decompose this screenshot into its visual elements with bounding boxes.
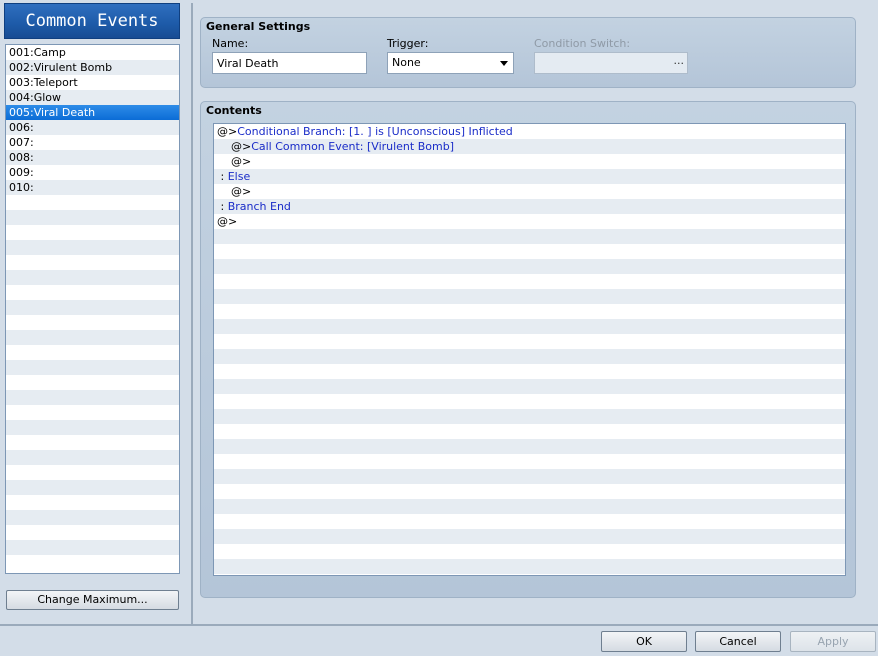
event-list-item[interactable] [6, 510, 179, 525]
ellipsis-icon: ... [673, 54, 685, 67]
command-row[interactable]: : Branch End [214, 199, 845, 214]
command-text: Conditional Branch: [1. ] is [Unconsciou… [237, 125, 513, 138]
command-row[interactable] [214, 379, 845, 394]
command-row[interactable]: @>Call Common Event: [Virulent Bomb] [214, 139, 845, 154]
command-row[interactable] [214, 544, 845, 559]
event-list-item[interactable]: 004:Glow [6, 90, 179, 105]
command-row[interactable] [214, 559, 845, 574]
ok-button[interactable]: OK [601, 631, 687, 652]
event-list-item[interactable] [6, 375, 179, 390]
command-row[interactable] [214, 454, 845, 469]
command-prefix: : [217, 200, 228, 213]
command-row[interactable] [214, 394, 845, 409]
command-row[interactable] [214, 514, 845, 529]
chevron-down-icon [500, 61, 508, 66]
command-row[interactable] [214, 529, 845, 544]
command-prefix: @> [217, 155, 252, 168]
command-row[interactable] [214, 499, 845, 514]
event-list-item[interactable] [6, 480, 179, 495]
event-list-item[interactable] [6, 195, 179, 210]
command-row[interactable] [214, 349, 845, 364]
command-row[interactable] [214, 469, 845, 484]
cancel-button[interactable]: Cancel [695, 631, 781, 652]
command-prefix: @> [217, 215, 238, 228]
horizontal-divider [0, 624, 878, 626]
event-list-item[interactable] [6, 345, 179, 360]
contents-title: Contents [206, 104, 262, 117]
command-text: Call Common Event: [Virulent Bomb] [251, 140, 454, 153]
event-list-item[interactable] [6, 525, 179, 540]
command-row[interactable] [214, 439, 845, 454]
command-prefix: : [217, 170, 228, 183]
command-prefix: @> [217, 140, 252, 153]
command-row[interactable]: @> [214, 184, 845, 199]
contents-group: Contents @>Conditional Branch: [1. ] is … [200, 101, 856, 598]
event-list-item[interactable]: 003:Teleport [6, 75, 179, 90]
event-list-item[interactable] [6, 210, 179, 225]
condition-switch-label: Condition Switch: [534, 37, 631, 50]
command-prefix: @> [217, 125, 238, 138]
event-list-item[interactable]: 007: [6, 135, 179, 150]
trigger-select[interactable]: None [387, 52, 514, 74]
event-list-item[interactable] [6, 420, 179, 435]
command-row[interactable] [214, 334, 845, 349]
event-list-item[interactable]: 009: [6, 165, 179, 180]
event-list-item[interactable] [6, 405, 179, 420]
command-row[interactable] [214, 244, 845, 259]
command-row[interactable] [214, 364, 845, 379]
event-list-item[interactable] [6, 270, 179, 285]
event-list-item[interactable]: 002:Virulent Bomb [6, 60, 179, 75]
event-list-item[interactable] [6, 360, 179, 375]
general-settings-group: General Settings Name: Trigger: None Con… [200, 17, 856, 88]
event-list-item[interactable]: 005:Viral Death [6, 105, 179, 120]
command-row[interactable] [214, 484, 845, 499]
event-list-item[interactable] [6, 540, 179, 555]
event-list-item[interactable] [6, 555, 179, 570]
command-row[interactable] [214, 304, 845, 319]
command-text: Branch End [227, 200, 291, 213]
command-row[interactable]: : Else [214, 169, 845, 184]
event-list[interactable]: 001:Camp 002:Virulent Bomb 003:Teleport 004… [5, 44, 180, 574]
event-list-item[interactable]: 001:Camp [6, 45, 179, 60]
event-list-item[interactable] [6, 465, 179, 480]
command-row[interactable] [214, 229, 845, 244]
event-list-item[interactable] [6, 240, 179, 255]
command-row[interactable]: @> [214, 154, 845, 169]
event-list-item[interactable] [6, 330, 179, 345]
event-list-item[interactable] [6, 315, 179, 330]
command-row[interactable] [214, 409, 845, 424]
command-row[interactable]: @> [214, 214, 845, 229]
event-list-item[interactable] [6, 390, 179, 405]
command-row[interactable] [214, 289, 845, 304]
event-list-item[interactable]: 008: [6, 150, 179, 165]
left-pane: Common Events 001:Camp 002:Virulent Bomb 0… [0, 0, 187, 624]
change-maximum-button[interactable]: Change Maximum... [6, 590, 179, 610]
command-row[interactable] [214, 319, 845, 334]
command-list[interactable]: @>Conditional Branch: [1. ] is [Unconsci… [213, 123, 846, 576]
name-label: Name: [212, 37, 249, 50]
event-list-item[interactable] [6, 435, 179, 450]
trigger-value: None [392, 56, 421, 69]
event-list-item[interactable] [6, 225, 179, 240]
event-list-item[interactable] [6, 285, 179, 300]
event-list-item[interactable] [6, 255, 179, 270]
command-row[interactable] [214, 259, 845, 274]
command-text: Else [227, 170, 251, 183]
common-events-title: Common Events [4, 3, 180, 39]
event-list-item[interactable]: 006: [6, 120, 179, 135]
trigger-label: Trigger: [387, 37, 429, 50]
event-list-item[interactable] [6, 450, 179, 465]
command-prefix: @> [217, 185, 252, 198]
right-pane: General Settings Name: Trigger: None Con… [193, 3, 873, 624]
event-list-item[interactable] [6, 495, 179, 510]
command-row[interactable] [214, 424, 845, 439]
event-list-item[interactable]: 010: [6, 180, 179, 195]
command-row[interactable]: @>Conditional Branch: [1. ] is [Unconsci… [214, 124, 845, 139]
general-settings-title: General Settings [206, 20, 311, 33]
condition-switch-field: ... [534, 52, 688, 74]
apply-button[interactable]: Apply [790, 631, 876, 652]
name-input[interactable] [212, 52, 367, 74]
command-row[interactable] [214, 274, 845, 289]
event-list-item[interactable] [6, 300, 179, 315]
